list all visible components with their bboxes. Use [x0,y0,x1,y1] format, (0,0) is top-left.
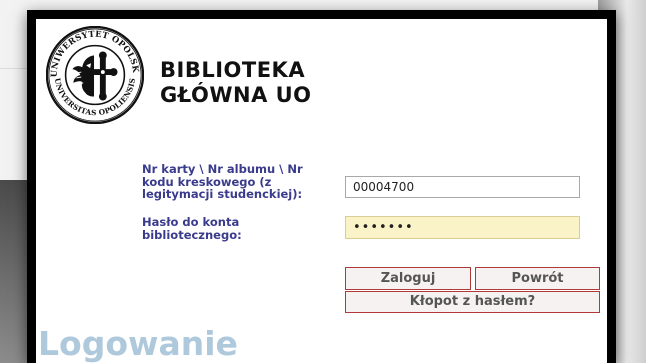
password-problem-button[interactable]: Kłopot z hasłem? [345,291,600,313]
password-field-label: Hasło do konta bibliotecznego: [142,215,242,242]
login-button[interactable]: Zaloguj [345,267,471,290]
library-brand: BIBLIOTEKA GŁÓWNA UO [160,58,312,108]
login-panel: UNIWERSYTET OPOLSKI UNIVERSITAS OPOLIENS… [36,19,607,363]
password-input[interactable] [345,216,580,239]
back-button[interactable]: Powrót [475,267,600,290]
university-seal-logo: UNIWERSYTET OPOLSKI UNIVERSITAS OPOLIENS… [46,26,144,124]
brand-line-1: BIBLIOTEKA [160,58,306,82]
login-field-label: Nr karty \ Nr albumu \ Nr kodu kreskoweg… [142,162,303,201]
brand-line-2: GŁÓWNA UO [160,83,312,107]
login-dialog: UNIWERSYTET OPOLSKI UNIVERSITAS OPOLIENS… [27,10,616,363]
page-title: Logowanie [38,324,238,363]
card-number-input[interactable] [345,176,580,198]
